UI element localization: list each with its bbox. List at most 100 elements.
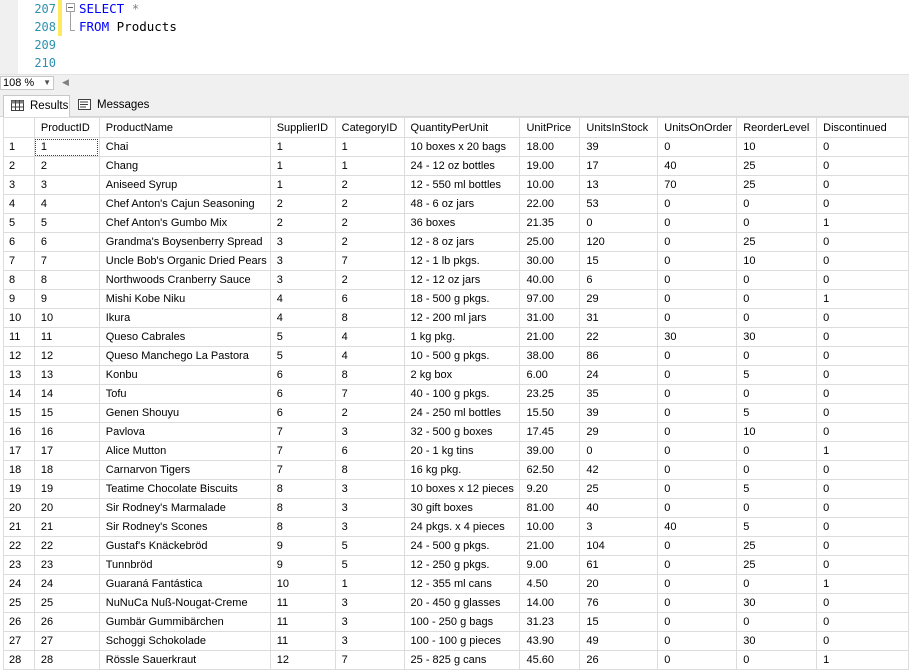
- grid-cell[interactable]: 0: [816, 612, 909, 632]
- grid-cell[interactable]: 0: [736, 346, 818, 366]
- grid-cell[interactable]: 0: [816, 498, 909, 518]
- row-number[interactable]: 10: [3, 308, 35, 328]
- grid-cell[interactable]: 12 - 1 lb pkgs.: [403, 251, 521, 271]
- grid-cell[interactable]: 0: [736, 460, 818, 480]
- grid-cell[interactable]: 6: [334, 289, 405, 309]
- row-number[interactable]: 21: [3, 517, 35, 537]
- grid-cell[interactable]: 16: [33, 422, 100, 442]
- grid-cell[interactable]: 6: [33, 232, 100, 252]
- grid-cell[interactable]: 11: [33, 327, 100, 347]
- grid-cell[interactable]: 40.00: [519, 270, 581, 290]
- grid-cell[interactable]: 2: [334, 232, 405, 252]
- grid-cell[interactable]: Uncle Bob's Organic Dried Pears: [98, 251, 271, 271]
- grid-cell[interactable]: 0: [816, 175, 909, 195]
- grid-cell[interactable]: 2: [269, 213, 336, 233]
- grid-cell[interactable]: Chai: [98, 137, 271, 157]
- grid-cell[interactable]: 35: [579, 384, 659, 404]
- collapse-icon[interactable]: [66, 3, 75, 12]
- grid-cell[interactable]: 1: [33, 137, 100, 157]
- grid-cell[interactable]: 5: [736, 517, 818, 537]
- grid-cell[interactable]: 45.60: [519, 650, 581, 670]
- row-number[interactable]: 5: [3, 213, 35, 233]
- row-number[interactable]: 2: [3, 156, 35, 176]
- grid-cell[interactable]: 20 - 450 g glasses: [403, 593, 521, 613]
- grid-cell[interactable]: 17.45: [519, 422, 581, 442]
- grid-cell[interactable]: 30 gift boxes: [403, 498, 521, 518]
- column-header[interactable]: QuantityPerUnit: [403, 117, 521, 138]
- grid-cell[interactable]: 25: [736, 156, 818, 176]
- grid-cell[interactable]: 31.00: [519, 308, 581, 328]
- grid-cell[interactable]: 27: [33, 631, 100, 651]
- grid-cell[interactable]: Aniseed Syrup: [98, 175, 271, 195]
- grid-cell[interactable]: Pavlova: [98, 422, 271, 442]
- grid-cell[interactable]: 49: [579, 631, 659, 651]
- grid-cell[interactable]: 12 - 12 oz jars: [403, 270, 521, 290]
- grid-cell[interactable]: 0: [736, 612, 818, 632]
- column-header[interactable]: UnitsOnOrder: [657, 117, 738, 138]
- row-number[interactable]: 9: [3, 289, 35, 309]
- grid-cell[interactable]: 36 boxes: [403, 213, 521, 233]
- row-number[interactable]: 11: [3, 327, 35, 347]
- grid-cell[interactable]: 100 - 250 g bags: [403, 612, 521, 632]
- grid-cell[interactable]: 22.00: [519, 194, 581, 214]
- row-number[interactable]: 25: [3, 593, 35, 613]
- grid-cell[interactable]: 0: [816, 631, 909, 651]
- column-header[interactable]: ProductID: [33, 117, 100, 138]
- grid-cell[interactable]: 100 - 100 g pieces: [403, 631, 521, 651]
- row-number[interactable]: 28: [3, 650, 35, 670]
- grid-cell[interactable]: 3: [269, 270, 336, 290]
- grid-cell[interactable]: Northwoods Cranberry Sauce: [98, 270, 271, 290]
- grid-cell[interactable]: 2: [334, 270, 405, 290]
- grid-cell[interactable]: 0: [657, 650, 738, 670]
- grid-cell[interactable]: 30: [736, 631, 818, 651]
- grid-cell[interactable]: 1: [816, 289, 909, 309]
- grid-cell[interactable]: 3: [334, 631, 405, 651]
- grid-cell[interactable]: 0: [657, 270, 738, 290]
- grid-cell[interactable]: 30: [736, 593, 818, 613]
- grid-cell[interactable]: 25: [33, 593, 100, 613]
- grid-cell[interactable]: 7: [334, 384, 405, 404]
- grid-cell[interactable]: 5: [736, 403, 818, 423]
- scroll-left-icon[interactable]: ◀: [62, 77, 69, 88]
- grid-cell[interactable]: 11: [269, 612, 336, 632]
- row-number[interactable]: 12: [3, 346, 35, 366]
- grid-cell[interactable]: 3: [33, 175, 100, 195]
- grid-cell[interactable]: 120: [579, 232, 659, 252]
- grid-cell[interactable]: 9: [269, 555, 336, 575]
- grid-cell[interactable]: 0: [816, 270, 909, 290]
- grid-cell[interactable]: 10.00: [519, 517, 581, 537]
- grid-cell[interactable]: 17: [33, 441, 100, 461]
- grid-cell[interactable]: 1: [816, 213, 909, 233]
- grid-cell[interactable]: Gustaf's Knäckebröd: [98, 536, 271, 556]
- grid-cell[interactable]: 0: [657, 631, 738, 651]
- grid-cell[interactable]: 0: [816, 479, 909, 499]
- grid-cell[interactable]: 8: [334, 460, 405, 480]
- sql-editor[interactable]: 207 208 209 210 SELECT * FROM Products: [0, 0, 909, 74]
- grid-cell[interactable]: 0: [736, 270, 818, 290]
- grid-cell[interactable]: 6.00: [519, 365, 581, 385]
- grid-cell[interactable]: 26: [33, 612, 100, 632]
- grid-cell[interactable]: Genen Shouyu: [98, 403, 271, 423]
- grid-cell[interactable]: Mishi Kobe Niku: [98, 289, 271, 309]
- grid-cell[interactable]: 2: [334, 175, 405, 195]
- zoom-select[interactable]: 108 % ▼: [0, 76, 54, 90]
- grid-cell[interactable]: 2: [334, 403, 405, 423]
- results-grid[interactable]: ProductID ProductName SupplierID CategoryID…: [3, 117, 909, 672]
- grid-cell[interactable]: 20: [33, 498, 100, 518]
- column-header[interactable]: UnitsInStock: [579, 117, 659, 138]
- grid-cell[interactable]: 5: [334, 536, 405, 556]
- grid-cell[interactable]: 30.00: [519, 251, 581, 271]
- grid-cell[interactable]: 24: [579, 365, 659, 385]
- grid-cell[interactable]: 43.90: [519, 631, 581, 651]
- grid-cell[interactable]: 15: [579, 612, 659, 632]
- grid-cell[interactable]: 0: [736, 574, 818, 594]
- grid-cell[interactable]: 21: [33, 517, 100, 537]
- grid-cell[interactable]: Ikura: [98, 308, 271, 328]
- grid-cell[interactable]: 24 - 12 oz bottles: [403, 156, 521, 176]
- grid-cell[interactable]: 12 - 200 ml jars: [403, 308, 521, 328]
- grid-cell[interactable]: Grandma's Boysenberry Spread: [98, 232, 271, 252]
- grid-cell[interactable]: 1: [334, 574, 405, 594]
- code-area[interactable]: SELECT * FROM Products: [79, 0, 177, 36]
- grid-cell[interactable]: 0: [657, 232, 738, 252]
- grid-cell[interactable]: 8: [33, 270, 100, 290]
